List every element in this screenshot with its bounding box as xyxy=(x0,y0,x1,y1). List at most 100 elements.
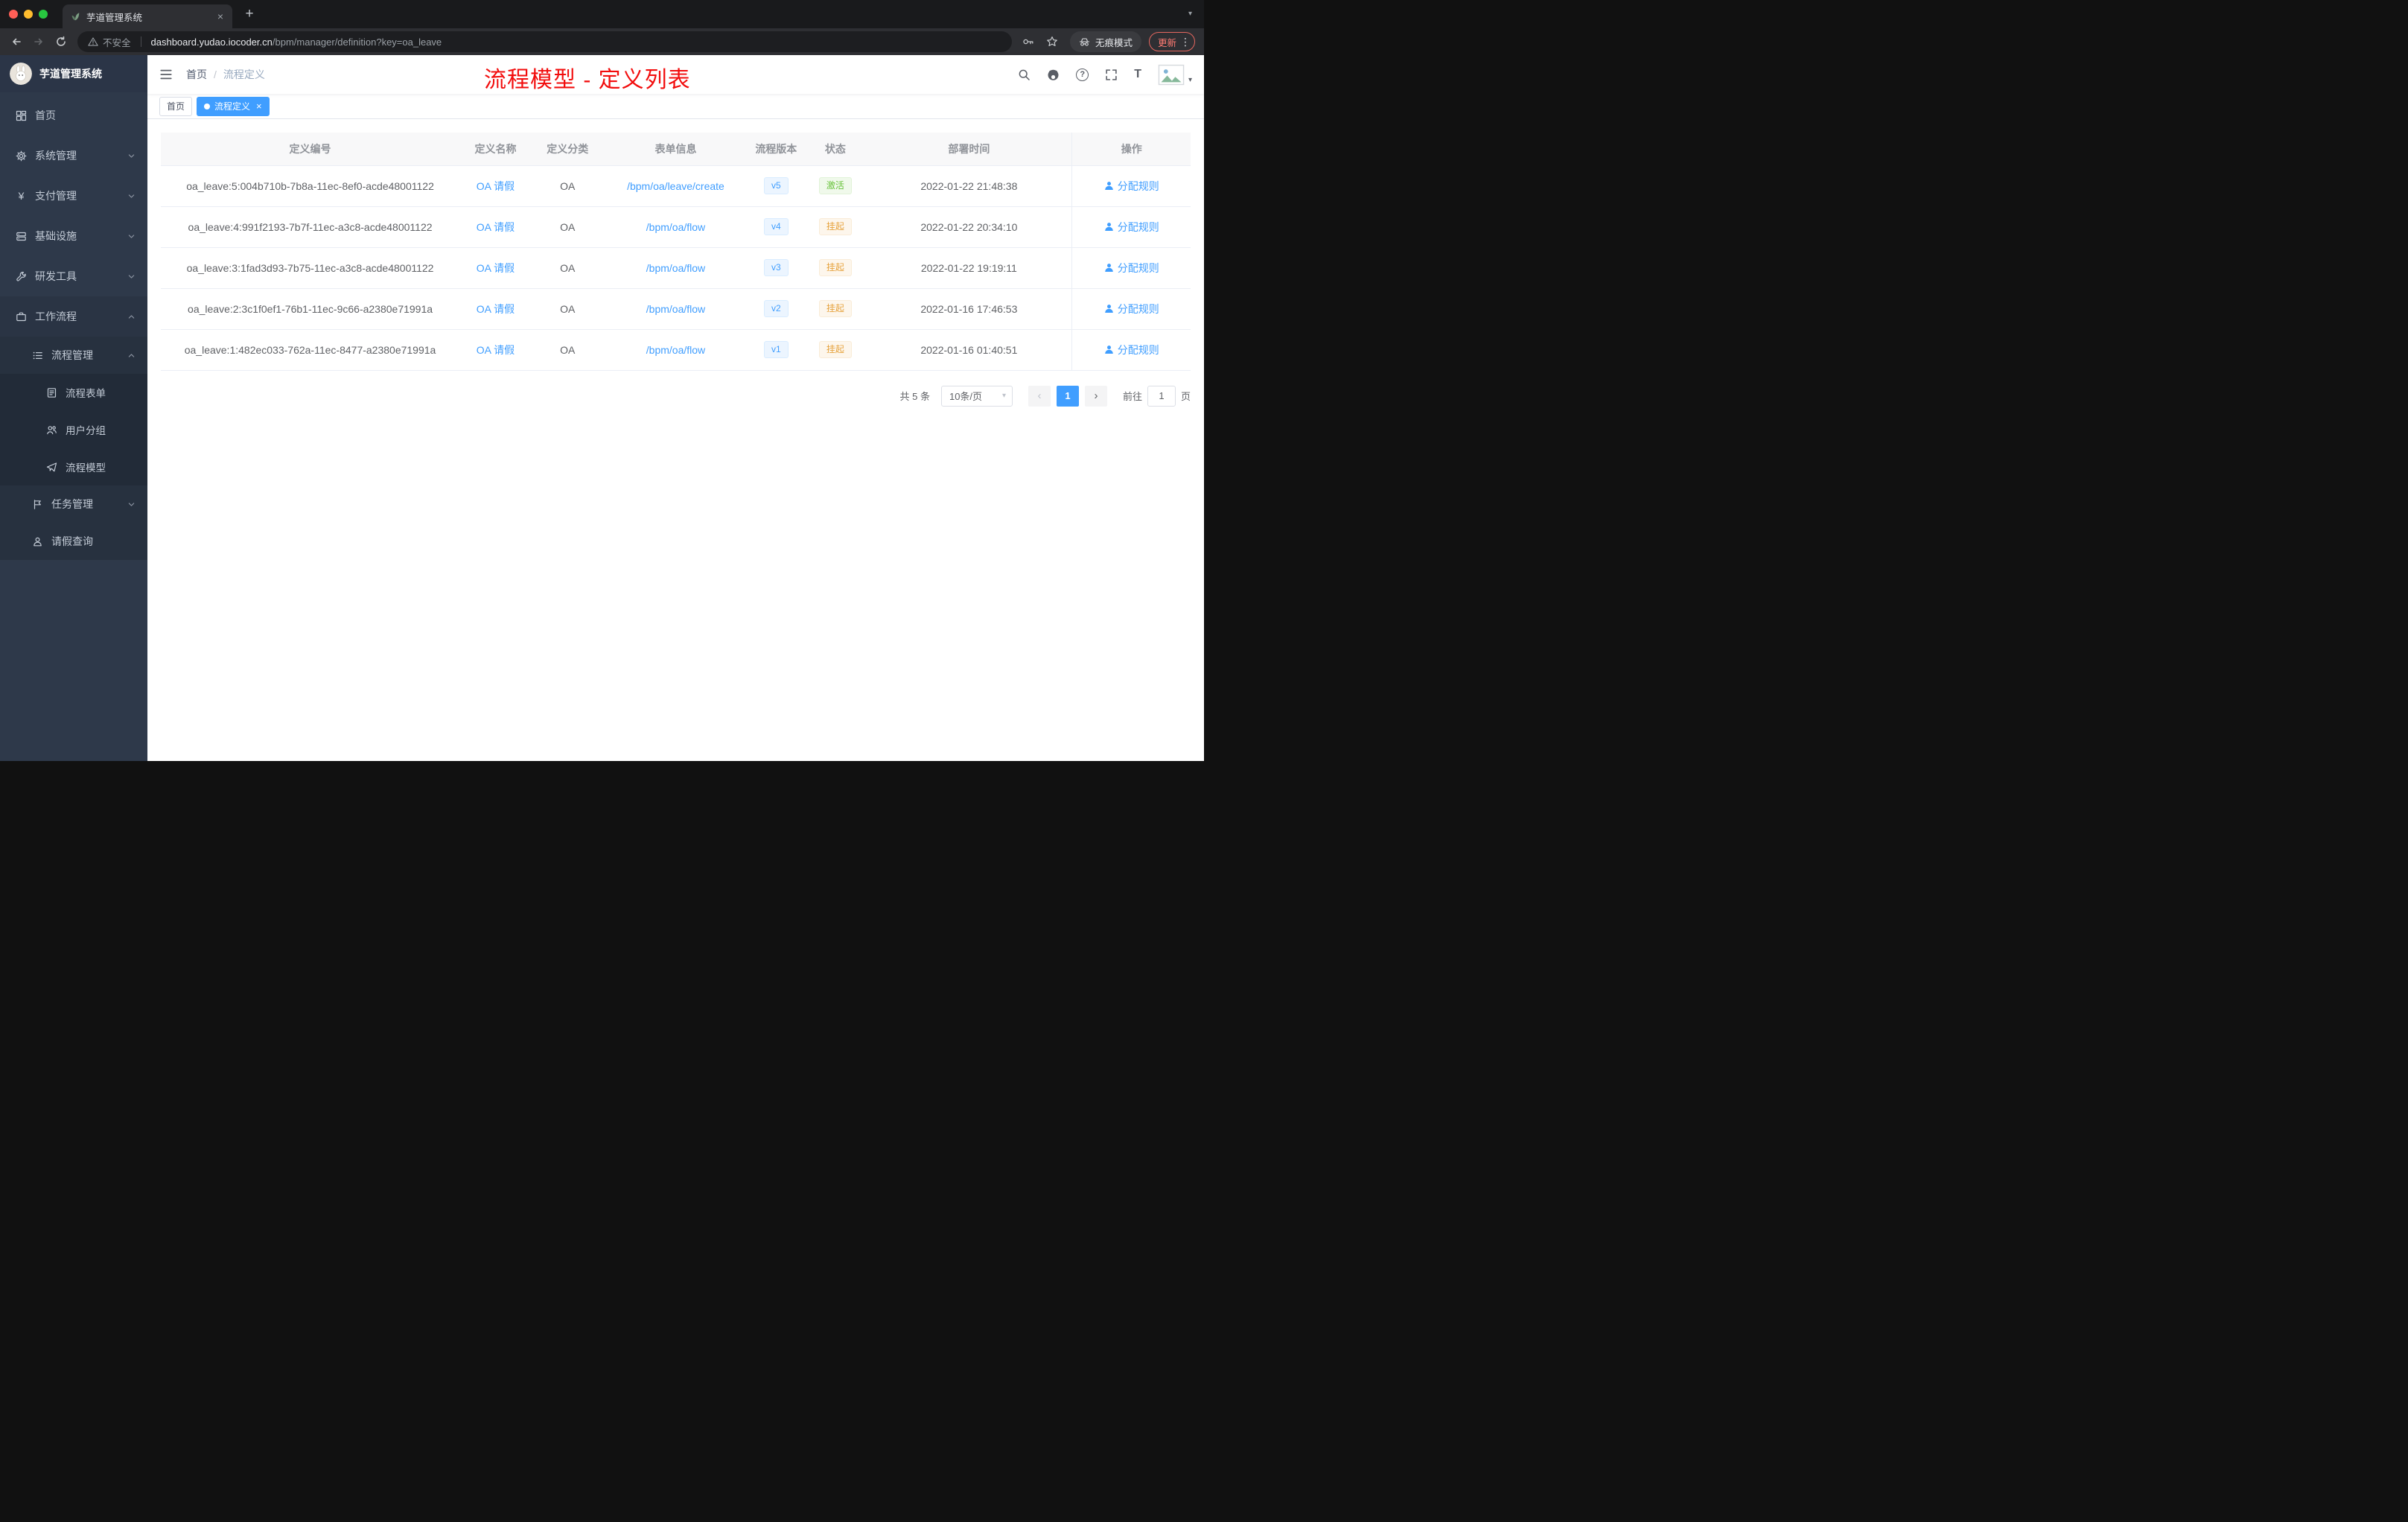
sidebar-item-system-management[interactable]: 系统管理 xyxy=(0,136,147,176)
cell-category: OA xyxy=(531,329,604,371)
github-icon[interactable] xyxy=(1047,69,1060,81)
browser-tab[interactable]: 芋道管理系统 × xyxy=(63,4,232,28)
update-label: 更新 xyxy=(1157,37,1176,48)
sidebar-item-task-management[interactable]: 任务管理 xyxy=(0,485,147,523)
sidebar-item-process-model[interactable]: 流程模型 xyxy=(0,448,147,485)
new-tab-button[interactable]: + xyxy=(238,6,261,22)
pagination-total: 共 5 条 xyxy=(899,391,930,402)
sidebar-item-payment-management[interactable]: ¥ 支付管理 xyxy=(0,176,147,216)
reload-icon[interactable] xyxy=(51,31,71,52)
sidebar-item-process-management[interactable]: 流程管理 xyxy=(0,337,147,374)
users-icon xyxy=(47,425,57,434)
sidebar-menu: 首页 系统管理 ¥ 支付管理 基础设施 研发工具 工作流程 流程管理 流程表单 … xyxy=(0,92,147,761)
annotation-overlay-text: 流程模型 - 定义列表 xyxy=(484,68,691,92)
table-row: oa_leave:4:991f2193-7b7f-11ec-a3c8-acde4… xyxy=(161,206,1191,248)
url-text[interactable]: dashboard.yudao.iocoder.cn/bpm/manager/d… xyxy=(151,36,442,48)
browser-titlebar: 芋道管理系统 × + ▾ xyxy=(0,0,1204,28)
goto-prefix-label: 前往 xyxy=(1122,391,1142,402)
definition-name-link[interactable]: OA 请假 xyxy=(477,221,515,233)
page-number-button[interactable]: 1 xyxy=(1056,385,1079,407)
tags-view-bar: 首页 流程定义 × xyxy=(147,94,1204,119)
definition-name-link[interactable]: OA 请假 xyxy=(477,262,515,274)
incognito-icon xyxy=(1079,37,1090,46)
sidebar-item-user-groups[interactable]: 用户分组 xyxy=(0,411,147,448)
tag-home[interactable]: 首页 xyxy=(159,96,193,116)
sidebar-item-infrastructure[interactable]: 基础设施 xyxy=(0,216,147,256)
help-icon[interactable]: ? xyxy=(1076,68,1089,81)
navbar-actions: ? T ▾ xyxy=(1018,64,1192,86)
version-badge: v5 xyxy=(763,177,789,194)
sidebar-item-label: 流程模型 xyxy=(66,462,106,474)
fullscreen-icon[interactable] xyxy=(1105,69,1118,81)
sidebar-item-workflow[interactable]: 工作流程 xyxy=(0,296,147,337)
sidebar-item-leave-query[interactable]: 请假查询 xyxy=(0,523,147,560)
pagination-goto: 前往 页 xyxy=(1122,385,1191,407)
app-root: 芋道管理系统 首页 系统管理 ¥ 支付管理 基础设施 研发工具 工作流程 流程管… xyxy=(0,55,1204,761)
assign-rule-link[interactable]: 分配规则 xyxy=(1104,220,1159,235)
assign-rule-link[interactable]: 分配规则 xyxy=(1104,179,1159,194)
form-info-link[interactable]: /bpm/oa/flow xyxy=(646,344,705,356)
cell-definition-id: oa_leave:3:1fad3d93-7b75-11ec-a3c8-acde4… xyxy=(161,247,460,289)
definition-name-link[interactable]: OA 请假 xyxy=(477,180,515,192)
zoom-window-button[interactable] xyxy=(39,10,48,19)
form-info-link[interactable]: /bpm/oa/flow xyxy=(646,221,705,233)
forward-icon[interactable] xyxy=(28,31,49,52)
assign-rule-link[interactable]: 分配规则 xyxy=(1104,261,1159,276)
form-info-link[interactable]: /bpm/oa/leave/create xyxy=(627,180,724,192)
bookmark-star-icon[interactable] xyxy=(1042,31,1063,52)
address-bar[interactable]: 不安全 dashboard.yudao.iocoder.cn/bpm/manag… xyxy=(77,31,1012,52)
status-badge: 挂起 xyxy=(818,341,852,358)
chrome-update-button[interactable]: 更新 ⋮ xyxy=(1148,32,1195,51)
avatar-caret-icon[interactable]: ▾ xyxy=(1188,76,1192,86)
search-icon[interactable] xyxy=(1018,69,1031,81)
password-key-icon[interactable] xyxy=(1018,31,1039,52)
prev-page-button[interactable]: ‹ xyxy=(1028,385,1051,407)
sidebar-item-home[interactable]: 首页 xyxy=(0,95,147,136)
sidebar-item-process-form[interactable]: 流程表单 xyxy=(0,374,147,411)
pagination: 共 5 条 10条/页 ▾ ‹ 1 › 前往 页 xyxy=(161,385,1191,407)
flag-icon xyxy=(34,499,41,509)
cell-definition-id: oa_leave:2:3c1f0ef1-76b1-11ec-9c66-a2380… xyxy=(161,288,460,330)
security-status[interactable]: 不安全 xyxy=(88,35,131,49)
tab-search-chevron-icon[interactable]: ▾ xyxy=(1188,10,1192,18)
back-icon[interactable] xyxy=(6,31,27,52)
tag-label: 流程定义 xyxy=(214,101,251,112)
sidebar-logo[interactable]: 芋道管理系统 xyxy=(0,55,147,92)
sidebar-item-label: 用户分组 xyxy=(66,425,106,436)
active-tag-dot xyxy=(204,103,211,109)
next-page-button[interactable]: › xyxy=(1084,385,1107,407)
definition-name-link[interactable]: OA 请假 xyxy=(477,344,515,356)
tag-process-definition[interactable]: 流程定义 × xyxy=(197,96,270,116)
close-window-button[interactable] xyxy=(9,10,18,19)
incognito-profile-chip[interactable]: 无痕模式 xyxy=(1069,31,1141,52)
wrench-icon xyxy=(16,271,26,281)
tab-favicon-icon xyxy=(70,11,80,22)
version-badge: v1 xyxy=(763,341,789,358)
user-avatar[interactable]: ▾ xyxy=(1158,64,1192,86)
browser-menu-icon[interactable]: ⋮ xyxy=(1180,36,1191,48)
main-area: 首页 / 流程定义 流程模型 - 定义列表 ? T ▾ 首页 流程定义 × 定义… xyxy=(147,55,1204,761)
definition-name-link[interactable]: OA 请假 xyxy=(477,303,515,315)
table-header-row: 定义编号 定义名称 定义分类 表单信息 流程版本 状态 部署时间 操作 xyxy=(161,133,1191,166)
form-info-link[interactable]: /bpm/oa/flow xyxy=(646,262,705,274)
font-size-icon[interactable]: T xyxy=(1134,68,1141,81)
collapse-sidebar-icon[interactable] xyxy=(159,68,173,81)
breadcrumb-current: 流程定义 xyxy=(223,69,265,80)
status-badge: 挂起 xyxy=(818,259,852,276)
sidebar-item-dev-tools[interactable]: 研发工具 xyxy=(0,256,147,296)
tab-close-icon[interactable]: × xyxy=(214,10,226,22)
pagination-buttons: ‹ 1 › xyxy=(1028,385,1107,407)
tag-close-icon[interactable]: × xyxy=(256,101,262,112)
security-label: 不安全 xyxy=(103,37,131,48)
form-info-link[interactable]: /bpm/oa/flow xyxy=(646,303,705,315)
assign-rule-link[interactable]: 分配规则 xyxy=(1104,343,1159,357)
col-definition-name: 定义名称 xyxy=(459,133,532,166)
page-size-select[interactable]: 10条/页 ▾ xyxy=(940,385,1013,407)
col-operations: 操作 xyxy=(1071,133,1191,166)
assign-rule-link[interactable]: 分配规则 xyxy=(1104,302,1159,316)
breadcrumb-home[interactable]: 首页 xyxy=(186,67,207,82)
assign-person-icon xyxy=(1104,223,1113,231)
goto-page-input[interactable] xyxy=(1147,385,1176,407)
minimize-window-button[interactable] xyxy=(24,10,33,19)
col-status: 状态 xyxy=(804,133,867,166)
